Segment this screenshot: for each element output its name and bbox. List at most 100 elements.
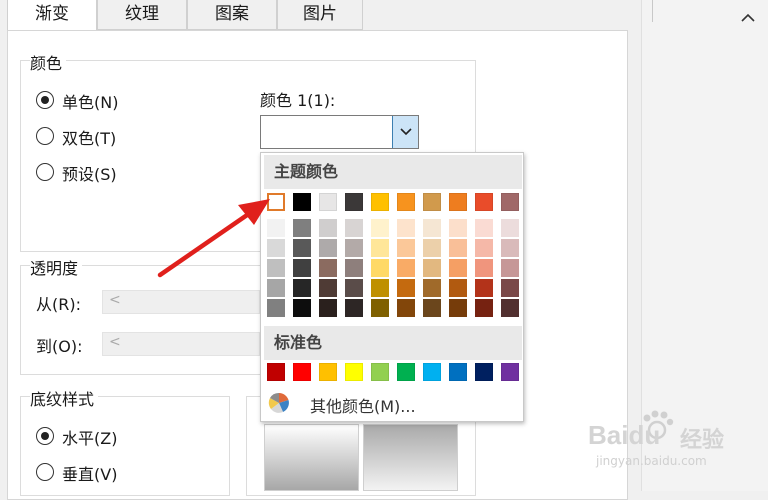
swatch-shade[interactable] — [423, 299, 441, 317]
swatch-shade[interactable] — [397, 259, 415, 277]
tab-label: 图片 — [303, 4, 337, 24]
swatch-shade[interactable] — [319, 239, 337, 257]
swatch-shade[interactable] — [449, 239, 467, 257]
swatch-shade[interactable] — [449, 259, 467, 277]
swatch-shade[interactable] — [397, 279, 415, 297]
to-label: 到(O): — [36, 337, 83, 356]
swatch-shade[interactable] — [475, 219, 493, 237]
radio-vertical-label[interactable]: 垂直(V) — [62, 461, 117, 485]
from-slider[interactable]: < — [102, 290, 260, 314]
swatch-shade[interactable] — [371, 279, 389, 297]
swatch-shade[interactable] — [319, 259, 337, 277]
swatch-shade[interactable] — [345, 219, 363, 237]
swatch-shade[interactable] — [371, 299, 389, 317]
swatch-shade[interactable] — [423, 219, 441, 237]
radio-horizontal-label[interactable]: 水平(Z) — [62, 425, 117, 449]
swatch-shade[interactable] — [423, 259, 441, 277]
swatch-shade[interactable] — [501, 259, 519, 277]
swatch-shade[interactable] — [449, 299, 467, 317]
swatch-shade[interactable] — [449, 279, 467, 297]
swatch-shade[interactable] — [501, 239, 519, 257]
swatch-standard[interactable] — [319, 363, 337, 381]
swatch-theme[interactable] — [319, 193, 337, 211]
radio-horizontal[interactable] — [36, 427, 54, 445]
swatch-standard[interactable] — [371, 363, 389, 381]
left-arrow-icon[interactable]: < — [109, 292, 121, 308]
swatch-standard[interactable] — [293, 363, 311, 381]
chevron-up-icon[interactable] — [740, 12, 756, 24]
watermark-suffix: 经验 — [680, 428, 725, 453]
variant-preview-2[interactable] — [363, 424, 458, 491]
swatch-shade[interactable] — [449, 219, 467, 237]
swatch-theme[interactable] — [293, 193, 311, 211]
tab-picture[interactable]: 图片 — [277, 0, 363, 30]
tab-texture[interactable]: 纹理 — [97, 0, 187, 30]
swatch-standard[interactable] — [345, 363, 363, 381]
swatch-shade[interactable] — [345, 299, 363, 317]
swatch-shade[interactable] — [319, 299, 337, 317]
watermark-brand: Baidu — [588, 420, 661, 450]
standard-colors-heading: 标准色 — [264, 326, 522, 360]
swatch-shade[interactable] — [345, 239, 363, 257]
swatch-theme[interactable] — [423, 193, 441, 211]
swatch-shade[interactable] — [293, 279, 311, 297]
swatch-theme[interactable] — [475, 193, 493, 211]
swatch-theme[interactable] — [397, 193, 415, 211]
swatch-shade[interactable] — [371, 239, 389, 257]
radio-preset[interactable] — [36, 163, 54, 181]
to-slider[interactable]: < — [102, 332, 260, 356]
radio-preset-label[interactable]: 预设(S) — [62, 161, 117, 185]
shading-style-group — [20, 396, 230, 496]
swatch-shade[interactable] — [319, 279, 337, 297]
swatch-shade[interactable] — [501, 279, 519, 297]
swatch-shade[interactable] — [293, 239, 311, 257]
swatch-shade[interactable] — [475, 239, 493, 257]
tab-gradient[interactable]: 渐变 — [7, 0, 97, 32]
tab-pattern[interactable]: 图案 — [187, 0, 277, 30]
swatch-shade[interactable] — [475, 299, 493, 317]
swatch-shade[interactable] — [293, 219, 311, 237]
swatch-standard[interactable] — [423, 363, 441, 381]
left-arrow-icon[interactable]: < — [109, 334, 121, 350]
watermark: Baidu 经验 jingyan.baidu.com — [588, 408, 758, 488]
swatch-shade[interactable] — [501, 299, 519, 317]
variant-preview-1[interactable] — [264, 424, 359, 491]
more-colors-link[interactable]: 其他颜色(M)... — [310, 393, 416, 417]
radio-two-colors-label[interactable]: 双色(T) — [62, 125, 116, 149]
color1-label: 颜色 1(1): — [260, 91, 336, 110]
swatch-theme[interactable] — [449, 193, 467, 211]
colors-group-title: 颜色 — [30, 50, 67, 74]
radio-vertical[interactable] — [36, 463, 54, 481]
swatch-theme[interactable] — [371, 193, 389, 211]
swatch-shade[interactable] — [475, 279, 493, 297]
swatch-shade[interactable] — [423, 279, 441, 297]
radio-single-color[interactable] — [36, 91, 54, 109]
swatch-shade[interactable] — [293, 259, 311, 277]
swatch-shade[interactable] — [501, 219, 519, 237]
swatch-shade[interactable] — [267, 299, 285, 317]
swatch-shade[interactable] — [397, 299, 415, 317]
swatch-standard[interactable] — [501, 363, 519, 381]
swatch-theme[interactable] — [345, 193, 363, 211]
swatch-standard[interactable] — [267, 363, 285, 381]
swatch-shade[interactable] — [293, 299, 311, 317]
swatch-shade[interactable] — [397, 219, 415, 237]
swatch-shade[interactable] — [345, 279, 363, 297]
swatch-shade[interactable] — [371, 259, 389, 277]
swatch-shade[interactable] — [371, 219, 389, 237]
swatch-shade[interactable] — [475, 259, 493, 277]
swatch-standard[interactable] — [475, 363, 493, 381]
radio-two-colors[interactable] — [36, 127, 54, 145]
swatch-theme[interactable] — [501, 193, 519, 211]
color1-dropdown[interactable] — [260, 115, 419, 149]
swatch-shade[interactable] — [345, 259, 363, 277]
swatch-standard[interactable] — [449, 363, 467, 381]
swatch-shade[interactable] — [423, 239, 441, 257]
color-wheel-icon — [268, 392, 289, 413]
swatch-standard[interactable] — [397, 363, 415, 381]
watermark-url: jingyan.baidu.com — [596, 454, 707, 468]
radio-single-color-label[interactable]: 单色(N) — [62, 89, 118, 113]
dropdown-button[interactable] — [392, 116, 418, 148]
swatch-shade[interactable] — [319, 219, 337, 237]
swatch-shade[interactable] — [397, 239, 415, 257]
